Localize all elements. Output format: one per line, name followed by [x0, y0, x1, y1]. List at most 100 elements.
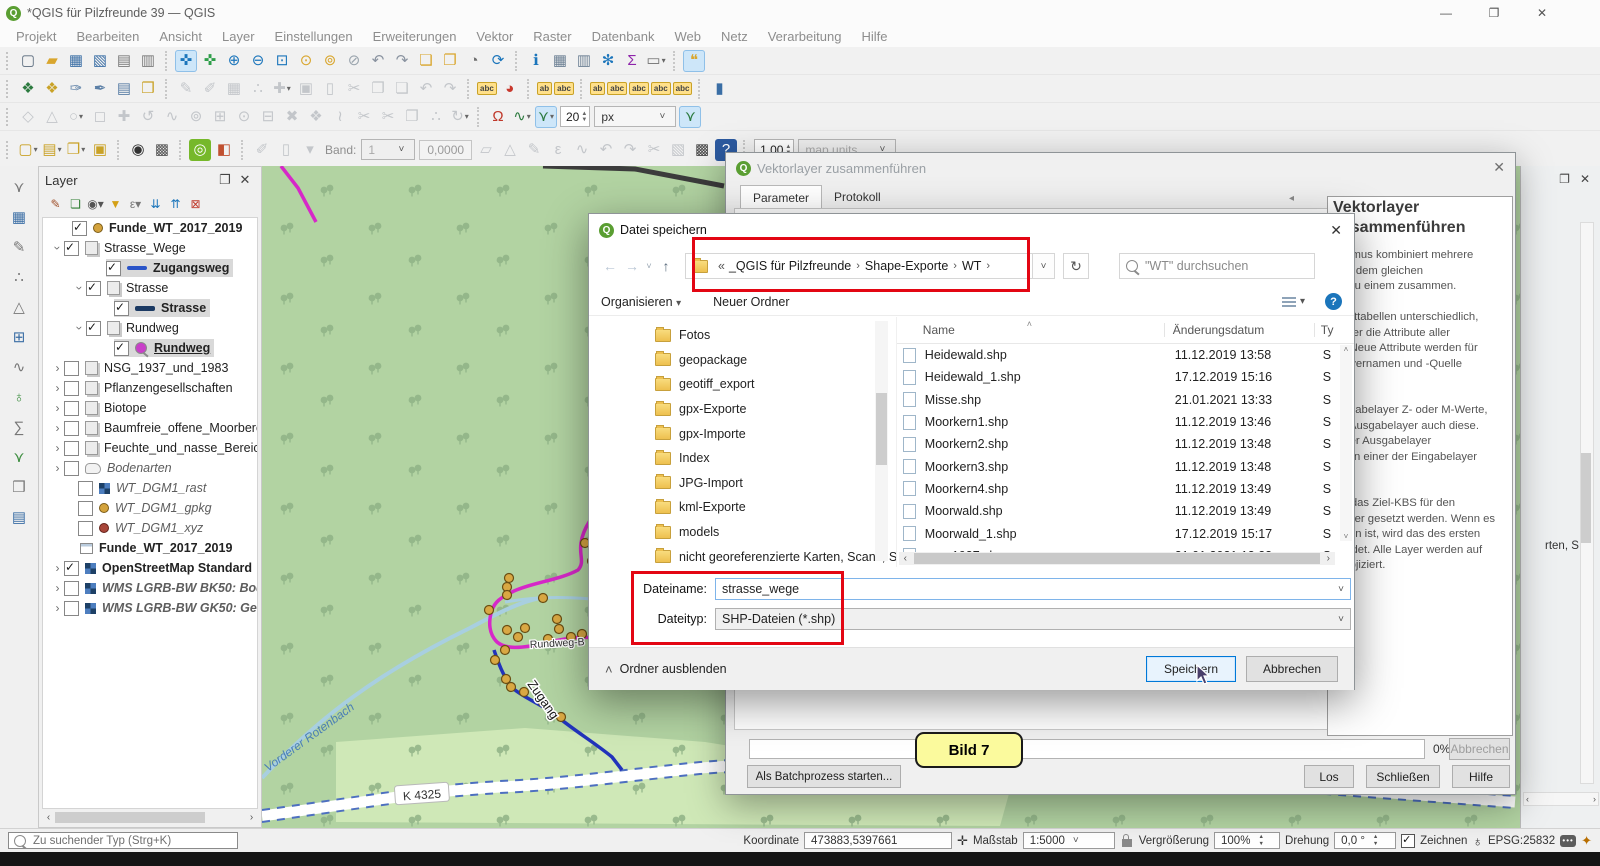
db-manager-icon[interactable]: ▮ [708, 78, 730, 100]
show-hide-labels-icon[interactable]: abc [607, 82, 627, 95]
zoom-last-icon[interactable]: ↶ [367, 50, 389, 72]
maximize-button[interactable]: ❐ [1472, 0, 1516, 26]
locator-search-input[interactable]: Zu suchender Typ (Strg+K) [8, 832, 238, 849]
add-ring-icon[interactable]: ⊚ [185, 106, 207, 128]
raster-curve-icon[interactable]: ∿ [571, 139, 593, 161]
zoom-native-icon[interactable]: ⊘ [343, 50, 365, 72]
file-item[interactable]: Moorkern3.shp11.12.2019 13:48S [897, 455, 1354, 477]
raster-stretch-icon[interactable]: ▧ [667, 139, 689, 161]
processing-toolbox-icon[interactable]: ✻ [597, 50, 619, 72]
invert-selection-icon[interactable]: ▣ [89, 139, 111, 161]
add-part-icon[interactable]: ⊞ [209, 106, 231, 128]
layer-checkbox[interactable] [64, 241, 79, 256]
move-feature-icon[interactable]: ✚ [113, 106, 135, 128]
raster-expression-icon[interactable]: ε [547, 139, 569, 161]
simplify-feature-icon[interactable]: ∿ [161, 106, 183, 128]
split-parts-icon[interactable]: ✂ [377, 106, 399, 128]
filter-legend-icon[interactable]: ▼ [107, 196, 124, 213]
new-temporary-layer-icon[interactable]: ✒ [89, 78, 111, 100]
expander-icon[interactable]: › [73, 322, 87, 335]
scroll-left-icon[interactable]: ◂ [1289, 193, 1294, 204]
file-item[interactable]: Misse.shp21.01.2021 13:33S [897, 389, 1354, 411]
style-manager-icon[interactable]: ▥ [137, 50, 159, 72]
copy-features-icon[interactable]: ❐ [367, 78, 389, 100]
menu-projekt[interactable]: Projekt [6, 26, 66, 47]
layer-checkbox[interactable] [64, 381, 79, 396]
menu-web[interactable]: Web [664, 26, 711, 47]
new-folder-button[interactable]: Neuer Ordner [713, 295, 789, 309]
raster-grid-icon[interactable]: ▦ [8, 206, 30, 228]
layer-checkbox[interactable] [114, 341, 129, 356]
deselect-features-icon[interactable]: ❐▾ [65, 139, 87, 161]
open-layer-styling-icon[interactable]: ✎ [47, 196, 64, 213]
menu-bearbeiten[interactable]: Bearbeiten [66, 26, 149, 47]
zoom-to-layer-icon[interactable]: ⊚ [319, 50, 341, 72]
menu-raster[interactable]: Raster [523, 26, 581, 47]
cancel-button[interactable]: Abbrechen [1246, 656, 1338, 682]
layer-item-funde-wt-2017-2019[interactable]: Funde_WT_2017_2019 [43, 218, 257, 238]
layer-checkbox[interactable] [64, 361, 79, 376]
snap-tolerance-spinner[interactable]: 20▲▼ [560, 106, 590, 127]
add-group-icon[interactable]: ❏ [67, 196, 84, 213]
layer-checkbox[interactable] [86, 281, 101, 296]
menu-datenbank[interactable]: Datenbank [582, 26, 665, 47]
georeferencer-points-icon[interactable]: ▩ [151, 139, 173, 161]
pan-map-icon[interactable]: ✜ [175, 50, 197, 72]
layer-item-strasse[interactable]: Strasse [43, 298, 257, 318]
crs-value[interactable]: EPSG:25832 [1488, 835, 1555, 847]
close-icon[interactable]: ✕ [1493, 159, 1505, 176]
lock-icon[interactable] [1122, 839, 1132, 847]
close-button[interactable]: ✕ [1520, 0, 1564, 26]
merge-cancel-button[interactable]: Abbrechen [1449, 738, 1510, 760]
zoom-to-selection-icon[interactable]: ⊙ [295, 50, 317, 72]
layer-item-wt-dgm1-xyz[interactable]: WT_DGM1_xyz [43, 518, 257, 538]
raster-dropdown-icon[interactable]: ▾ [299, 139, 321, 161]
grid-panel-icon[interactable]: ⊞ [8, 326, 30, 348]
new-geopackage-layer-icon[interactable]: ❖ [17, 78, 39, 100]
tab-parameter[interactable]: Parameter [740, 185, 822, 210]
extents-icon[interactable]: ✛ [957, 833, 968, 849]
layer-item-strasse[interactable]: ›Strasse [43, 278, 257, 298]
raster-draw-icon[interactable]: ▱ [475, 139, 497, 161]
expander-icon[interactable]: › [51, 461, 64, 475]
rotate-point-symbols-icon[interactable]: ↻▾ [449, 106, 471, 128]
offset-curve-icon[interactable]: ≀ [329, 106, 351, 128]
table-panel-icon[interactable]: ▤ [8, 506, 30, 528]
column-header-type[interactable]: Ty [1315, 323, 1354, 337]
open-project-icon[interactable]: ▰ [41, 50, 63, 72]
zoom-in-icon[interactable]: ⊕ [223, 50, 245, 72]
layer-checkbox[interactable] [64, 401, 79, 416]
file-item[interactable]: Heidewald.shp11.12.2019 13:58S [897, 344, 1354, 366]
geometry-checker-icon[interactable]: △ [8, 296, 30, 318]
layer-checkbox[interactable] [64, 421, 79, 436]
layer-item-nsg-1937-und-1983[interactable]: ›NSG_1937_und_1983 [43, 358, 257, 378]
file-item[interactable]: Moorwald.shp11.12.2019 13:49S [897, 500, 1354, 522]
expander-icon[interactable]: › [51, 561, 64, 575]
map-swipe-icon[interactable]: ◧ [213, 139, 235, 161]
select-features-icon[interactable]: ▢▾ [17, 139, 39, 161]
remove-layer-icon[interactable]: ⊠ [187, 196, 204, 213]
layer-item-wms-lgrb-bw-bk50-bod[interactable]: ›WMS LGRB-BW BK50: Bod [43, 578, 257, 598]
raster-cut-icon[interactable]: ✂ [643, 139, 665, 161]
band-value-box[interactable]: 0,0000 [419, 140, 472, 160]
expander-icon[interactable]: › [73, 282, 87, 295]
tracing-icon[interactable]: ⋎▾ [535, 106, 557, 128]
file-item[interactable]: Heidewald_1.shp17.12.2019 15:16S [897, 366, 1354, 388]
expander-icon[interactable]: › [51, 242, 65, 255]
folder-item[interactable]: Fotos [589, 323, 896, 348]
layer-checkbox[interactable] [78, 501, 93, 516]
folder-item[interactable]: models [589, 520, 896, 545]
new-print-layout-icon[interactable]: ▤ [113, 50, 135, 72]
snap-unit-combo[interactable]: px˅ [594, 106, 676, 127]
digitize-panel-icon[interactable]: ✎ [8, 236, 30, 258]
folder-list-vscrollbar[interactable] [875, 321, 888, 561]
pan-to-selection-icon[interactable]: ✜ [199, 50, 221, 72]
menu-ansicht[interactable]: Ansicht [149, 26, 212, 47]
layer-item-funde-wt-2017-2019[interactable]: Funde_WT_2017_2019 [43, 538, 257, 558]
globe-panel-icon[interactable]: ♁ [8, 386, 30, 408]
new-spatialite-layer-icon[interactable]: ✑ [65, 78, 87, 100]
organize-menu[interactable]: Organisieren ▾ [601, 295, 687, 309]
vertex-tool-icon[interactable]: ✚▾ [271, 78, 293, 100]
close-panel-icon[interactable]: ✕ [1580, 172, 1590, 186]
new-virtual-layer-icon[interactable]: ▤ [113, 78, 135, 100]
